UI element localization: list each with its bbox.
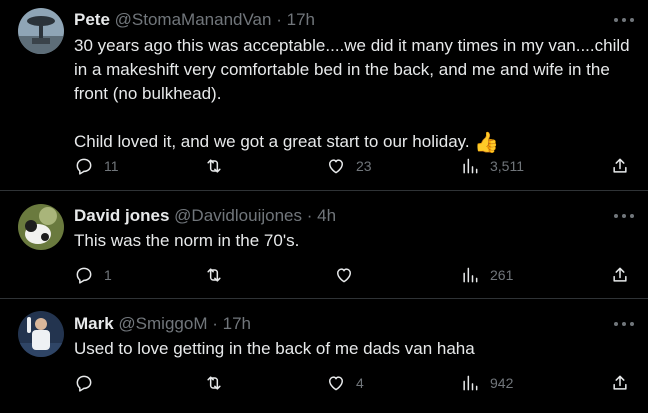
share-icon [613,267,627,282]
tweet-paragraph: This was the norm in the 70's. [74,231,300,250]
display-name[interactable]: Mark [74,314,114,333]
views-button[interactable]: 3,511 [460,154,524,178]
views-count: 942 [490,375,514,391]
views-count: 3,511 [490,158,524,174]
like-count: 23 [356,158,372,174]
tweet-actions: 1 261 [74,263,634,287]
like-button[interactable]: 23 [326,154,372,178]
views-icon [463,267,478,283]
repost-icon [207,268,221,282]
avatar[interactable] [18,8,64,54]
avatar[interactable] [18,311,64,357]
share-button[interactable] [610,263,630,287]
tweet-header: Mark @SmiggoM · 17h [74,313,251,335]
like-icon [337,268,351,283]
share-icon [613,375,627,390]
separator: · [306,206,313,225]
repost-button[interactable] [204,371,234,395]
timestamp[interactable]: 17h [287,10,315,29]
tweet-1[interactable]: Pete @StomaManandVan · 17h 30 years ago … [0,0,648,191]
views-button[interactable]: 261 [460,263,513,287]
reply-count: 11 [104,158,119,174]
tweet-paragraph: Used to love getting in the back of me d… [74,339,475,358]
tweet-header: Pete @StomaManandVan · 17h [74,9,315,31]
tweet-text: 30 years ago this was acceptable....we d… [74,34,634,154]
tweet-header: David jones @Davidlouijones · 4h [74,205,336,227]
share-icon [613,158,627,173]
reply-icon [76,267,92,284]
separator: · [212,314,218,333]
like-icon [329,159,343,174]
repost-button[interactable] [204,154,234,178]
more-icon[interactable] [614,9,634,31]
repost-icon [207,159,221,173]
share-button[interactable] [610,371,630,395]
tweet-3[interactable]: Mark @SmiggoM · 17h Used to love getting… [0,299,648,413]
avatar-image [18,8,64,54]
share-button[interactable] [610,154,630,178]
tweet-actions: 4 942 [74,371,634,395]
like-icon [329,376,343,391]
views-button[interactable]: 942 [460,371,513,395]
handle[interactable]: @StomaManandVan [115,10,272,29]
reply-button[interactable]: 11 [74,154,119,178]
reply-button[interactable]: 1 [74,263,112,287]
views-icon [463,375,478,391]
reply-icon [76,158,92,175]
tweet-paragraph: 30 years ago this was acceptable....we d… [74,36,630,103]
timestamp[interactable]: 17h [223,314,251,333]
like-button[interactable]: 4 [326,371,364,395]
separator: · [276,10,282,29]
tweet-text: This was the norm in the 70's. [74,229,634,253]
reply-icon [76,375,92,392]
avatar[interactable] [18,204,64,250]
views-count: 261 [490,267,514,283]
tweet-paragraph: Child loved it, and we got a great start… [74,130,500,154]
avatar-image [18,311,64,357]
handle[interactable]: @SmiggoM [118,314,207,333]
reply-count: 1 [104,267,112,283]
thumbs-up-icon: 👍 [474,130,500,154]
like-count: 4 [356,375,364,391]
tweet-actions: 11 23 3,511 [74,154,634,178]
repost-icon [207,376,221,390]
more-icon[interactable] [614,313,634,335]
repost-button[interactable] [204,263,234,287]
tweet-2[interactable]: David jones @Davidlouijones · 4h This wa… [0,191,648,299]
timestamp[interactable]: 4h [317,206,336,225]
like-button[interactable] [334,263,364,287]
views-icon [463,158,478,174]
handle[interactable]: @Davidlouijones [174,206,302,225]
reply-button[interactable] [74,371,104,395]
display-name[interactable]: Pete [74,10,110,29]
display-name[interactable]: David jones [74,206,169,225]
avatar-image [18,204,64,250]
more-icon[interactable] [614,205,634,227]
tweet-text: Used to love getting in the back of me d… [74,337,634,361]
